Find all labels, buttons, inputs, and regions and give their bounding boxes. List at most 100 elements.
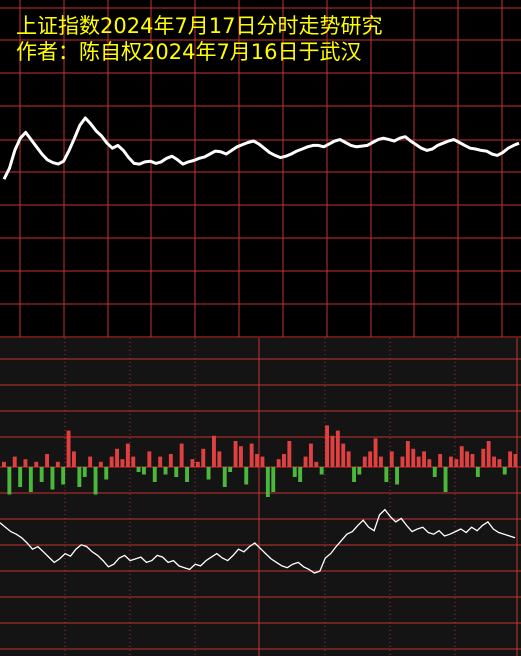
bar-up	[346, 451, 351, 467]
bar-down	[443, 467, 448, 492]
bar-up	[88, 456, 93, 467]
bar-down	[77, 467, 82, 487]
bar-up	[147, 451, 152, 467]
bar-up	[2, 461, 6, 467]
bar-up	[492, 456, 496, 467]
bar-up	[23, 459, 28, 467]
bar-up	[330, 435, 335, 467]
bar-down	[136, 467, 141, 472]
bar-down	[206, 467, 211, 480]
bar-up	[459, 446, 464, 467]
bar-up	[239, 446, 243, 467]
bar-up	[481, 448, 486, 467]
bar-up	[233, 441, 238, 467]
bar-up	[282, 454, 286, 467]
bar-down	[7, 467, 12, 495]
bar-up	[34, 461, 39, 467]
bar-up	[335, 430, 340, 467]
bar-up	[195, 461, 200, 467]
chart-stage: 上证指数2024年7月17日分时走势研究 作者：陈自权2024年7月16日于武汉	[0, 0, 521, 656]
chart-canvas	[0, 0, 521, 656]
bar-up	[109, 456, 114, 467]
bar-up	[72, 451, 76, 467]
chart-title: 上证指数2024年7月17日分时走势研究	[16, 14, 383, 38]
bar-down	[228, 467, 233, 472]
bar-up	[325, 425, 329, 467]
bar-up	[513, 454, 518, 467]
bar-up	[454, 459, 459, 467]
bar-down	[185, 467, 189, 482]
bar-up	[260, 456, 265, 467]
bar-up	[12, 456, 17, 467]
bar-up	[465, 451, 469, 467]
bar-down	[18, 467, 23, 487]
bar-up	[125, 443, 130, 467]
bar-up	[131, 456, 136, 467]
bar-down	[28, 467, 33, 492]
bar-down	[502, 467, 507, 475]
bar-up	[362, 456, 367, 467]
bar-up	[379, 456, 383, 467]
bar-down	[244, 467, 249, 485]
bar-down	[271, 467, 276, 492]
indicator-panel-background	[0, 338, 521, 656]
bar-up	[422, 451, 426, 467]
bar-down	[50, 467, 55, 490]
bar-up	[449, 456, 453, 467]
bar-down	[93, 467, 98, 495]
bar-down	[432, 467, 437, 477]
bar-down	[163, 467, 168, 475]
bar-down	[265, 467, 270, 497]
bar-up	[45, 454, 49, 467]
bar-down	[152, 467, 157, 482]
bar-up	[179, 443, 184, 467]
bar-up	[508, 451, 513, 467]
bar-down	[222, 467, 227, 487]
bar-down	[298, 467, 303, 482]
bar-down	[352, 467, 356, 482]
bar-up	[115, 448, 119, 467]
bar-down	[39, 467, 44, 482]
bar-up	[309, 443, 313, 467]
bar-up	[497, 459, 502, 467]
bar-up	[373, 438, 378, 467]
bar-up	[55, 461, 60, 467]
bar-up	[201, 448, 206, 467]
bar-up	[98, 461, 103, 467]
bar-up	[368, 451, 373, 467]
bar-up	[303, 456, 308, 467]
bar-down	[357, 467, 362, 475]
bar-up	[400, 456, 405, 467]
bar-down	[292, 467, 297, 477]
bar-down	[319, 467, 324, 475]
bar-up	[168, 454, 173, 467]
chart-subtitle: 作者：陈自权2024年7月16日于武汉	[16, 40, 362, 64]
bar-down	[174, 467, 179, 477]
bar-up	[486, 441, 491, 467]
bar-down	[61, 467, 66, 485]
bar-up	[389, 451, 394, 467]
bar-up	[249, 443, 254, 467]
bar-up	[120, 459, 125, 467]
bar-down	[395, 467, 399, 485]
bar-up	[212, 435, 216, 467]
bar-up	[287, 441, 292, 467]
bar-up	[438, 454, 443, 467]
bar-up	[470, 454, 475, 467]
bar-down	[475, 467, 480, 477]
bar-up	[276, 459, 281, 467]
bar-up	[217, 451, 222, 467]
bar-up	[158, 456, 163, 467]
bar-up	[416, 456, 421, 467]
bar-up	[255, 454, 259, 467]
bar-up	[405, 441, 410, 467]
bar-up	[314, 461, 319, 467]
bar-down	[142, 467, 146, 475]
bar-up	[66, 430, 71, 467]
bar-up	[427, 459, 432, 467]
bar-down	[104, 467, 109, 480]
bar-down	[82, 467, 87, 477]
bar-up	[411, 448, 416, 467]
bar-up	[341, 443, 346, 467]
bar-down	[384, 467, 389, 482]
